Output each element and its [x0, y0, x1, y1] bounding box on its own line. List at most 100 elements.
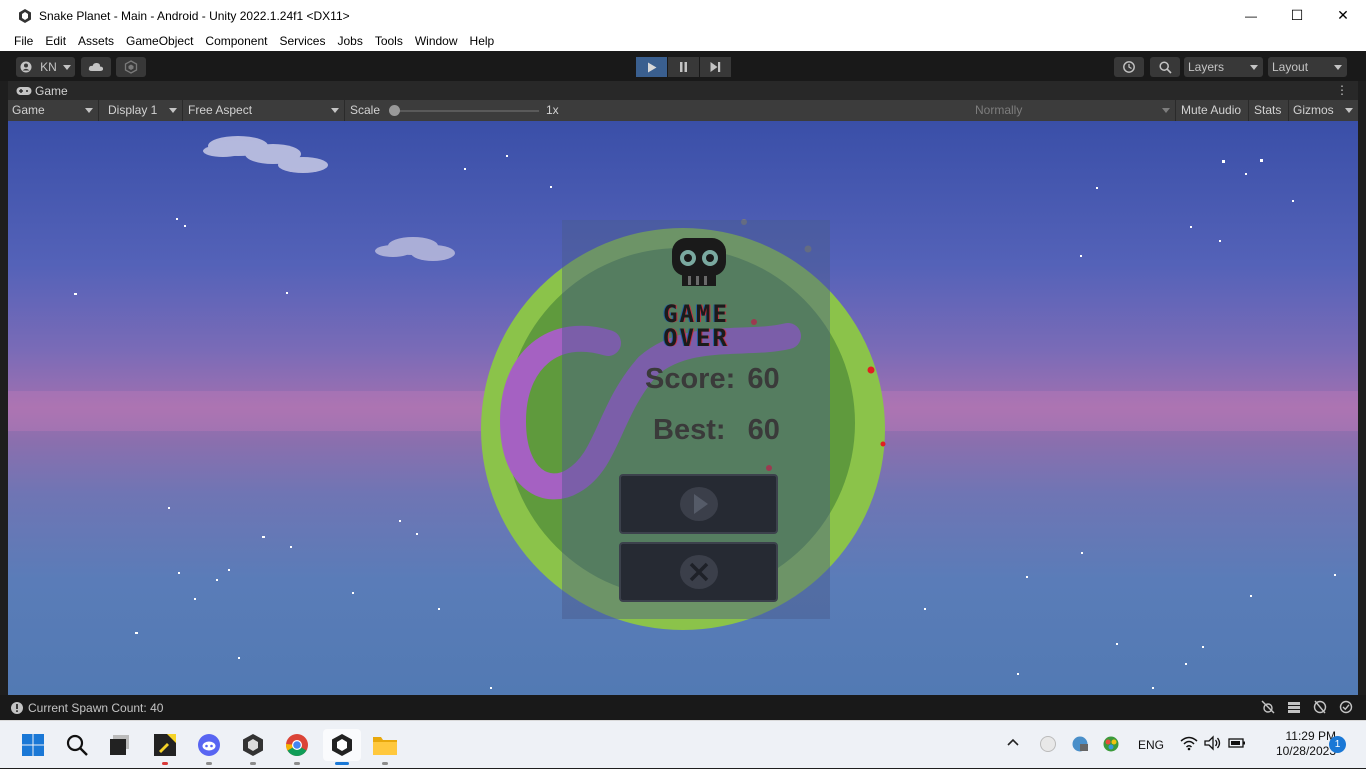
collab-button[interactable] [116, 57, 146, 77]
menu-help[interactable]: Help [464, 31, 501, 51]
cloud-icon [375, 237, 455, 261]
layout-dropdown[interactable]: Layout [1268, 57, 1347, 77]
layers-dropdown[interactable]: Layers [1184, 57, 1263, 77]
clock[interactable]: 11:29 PM 10/28/2023 [1256, 729, 1336, 759]
windows-icon [22, 734, 44, 756]
task-view-icon [110, 735, 129, 755]
unity-hub-app[interactable] [237, 729, 269, 765]
tab-game[interactable]: Game [8, 81, 68, 100]
unity-app[interactable] [323, 729, 361, 765]
quick-settings[interactable] [1180, 735, 1246, 751]
start-button[interactable] [17, 729, 49, 761]
close-button[interactable]: ✕ [1320, 0, 1366, 31]
aspect-dropdown[interactable]: Free Aspect [184, 100, 345, 121]
display-dropdown[interactable]: Display 1 [104, 100, 183, 121]
chevron-down-icon [62, 64, 71, 70]
tray-network-app[interactable] [1071, 735, 1089, 756]
debug-icon[interactable] [1260, 700, 1276, 714]
menu-tools[interactable]: Tools [369, 31, 409, 51]
stats-toggle[interactable]: Stats [1250, 100, 1289, 121]
stack-icon[interactable] [1286, 700, 1302, 714]
account-label: KN [40, 60, 57, 74]
menu-component[interactable]: Component [199, 31, 273, 51]
windows-taskbar: ENG 11:29 PM 10/28/2023 1 [0, 720, 1366, 768]
menu-gameobject[interactable]: GameObject [120, 31, 199, 51]
gizmos-dropdown[interactable]: Gizmos [1289, 100, 1358, 121]
sticky-notes-icon [154, 734, 176, 756]
best-row: Best: 60 [653, 414, 780, 447]
app-running-indicator [382, 762, 388, 765]
history-button[interactable] [1114, 57, 1144, 77]
scale-control: Scale 1x [346, 100, 971, 121]
menu-jobs[interactable]: Jobs [331, 31, 368, 51]
tab-menu-button[interactable]: ⋮ [1336, 83, 1348, 97]
pause-button[interactable] [668, 57, 699, 77]
display-label: Display 1 [108, 103, 158, 117]
play-button[interactable] [636, 57, 667, 77]
quit-button[interactable] [619, 542, 778, 602]
menu-assets[interactable]: Assets [72, 31, 120, 51]
best-value: 60 [747, 414, 780, 446]
chevron-down-icon [1334, 65, 1342, 70]
tray-app[interactable] [1039, 735, 1057, 756]
scale-slider-track[interactable] [394, 110, 539, 112]
chevron-down-icon [1162, 108, 1170, 113]
taskbar-search[interactable] [61, 729, 93, 761]
menu-file[interactable]: File [8, 31, 39, 51]
discord-icon [198, 734, 220, 756]
history-icon [1123, 61, 1135, 73]
check-circle-icon[interactable] [1338, 700, 1354, 714]
search-button[interactable] [1150, 57, 1180, 77]
volume-icon [1204, 735, 1221, 751]
window-titlebar: Snake Planet - Main - Android - Unity 20… [0, 0, 1366, 31]
game-view[interactable]: GAME OVER Score: 60 Best: 60 [8, 121, 1358, 695]
score-label: Score: [645, 363, 736, 395]
menu-window[interactable]: Window [409, 31, 464, 51]
layout-label: Layout [1272, 60, 1309, 74]
scale-slider-thumb[interactable] [389, 105, 400, 116]
play-mode-dropdown[interactable]: Normally [971, 100, 1176, 121]
gamepad-icon [16, 86, 32, 95]
task-view-button[interactable] [104, 729, 136, 761]
folder-icon [373, 737, 397, 755]
notification-badge[interactable]: 1 [1329, 736, 1346, 753]
replay-button[interactable] [619, 474, 778, 534]
no-sync-icon[interactable] [1312, 700, 1328, 714]
cloud-button[interactable] [81, 57, 111, 77]
maximize-button[interactable]: ☐ [1274, 0, 1320, 31]
sticky-notes-app[interactable] [149, 729, 181, 765]
chevron-down-icon [85, 108, 93, 113]
step-button[interactable] [700, 57, 731, 77]
palette-icon [1103, 736, 1119, 752]
discord-app[interactable] [193, 729, 225, 765]
status-message[interactable]: Current Spawn Count: 40 [28, 701, 163, 715]
language-indicator[interactable]: ENG [1138, 738, 1164, 752]
pause-icon [680, 62, 687, 72]
food-dot [880, 441, 886, 447]
window-title: Snake Planet - Main - Android - Unity 20… [39, 8, 350, 23]
score-value: 60 [747, 363, 780, 395]
status-bar: Current Spawn Count: 40 [0, 695, 1366, 720]
aspect-label: Free Aspect [188, 103, 253, 117]
menubar: File Edit Assets GameObject Component Se… [0, 31, 1366, 51]
menu-edit[interactable]: Edit [39, 31, 72, 51]
play-mode-label: Normally [975, 103, 1023, 117]
chevron-up-icon [1007, 738, 1019, 746]
view-dropdown[interactable]: Game [8, 100, 99, 121]
tray-colors-app[interactable] [1102, 735, 1120, 756]
app-running-indicator [250, 762, 256, 765]
tab-game-label: Game [35, 83, 68, 98]
mute-audio-toggle[interactable]: Mute Audio [1177, 100, 1249, 121]
account-dropdown[interactable]: KN [16, 57, 75, 77]
play-icon [647, 62, 656, 72]
clock-time: 11:29 PM [1285, 729, 1336, 743]
view-label: Game [12, 103, 45, 117]
gizmos-label: Gizmos [1293, 103, 1334, 117]
minimize-button[interactable]: — [1228, 0, 1274, 31]
menu-services[interactable]: Services [273, 31, 331, 51]
app-running-indicator [294, 762, 300, 765]
chrome-app[interactable] [281, 729, 313, 765]
game-tab-bar: Game ⋮ [8, 81, 1358, 100]
show-hidden-icons[interactable] [1006, 736, 1020, 750]
file-explorer-app[interactable] [369, 729, 401, 765]
